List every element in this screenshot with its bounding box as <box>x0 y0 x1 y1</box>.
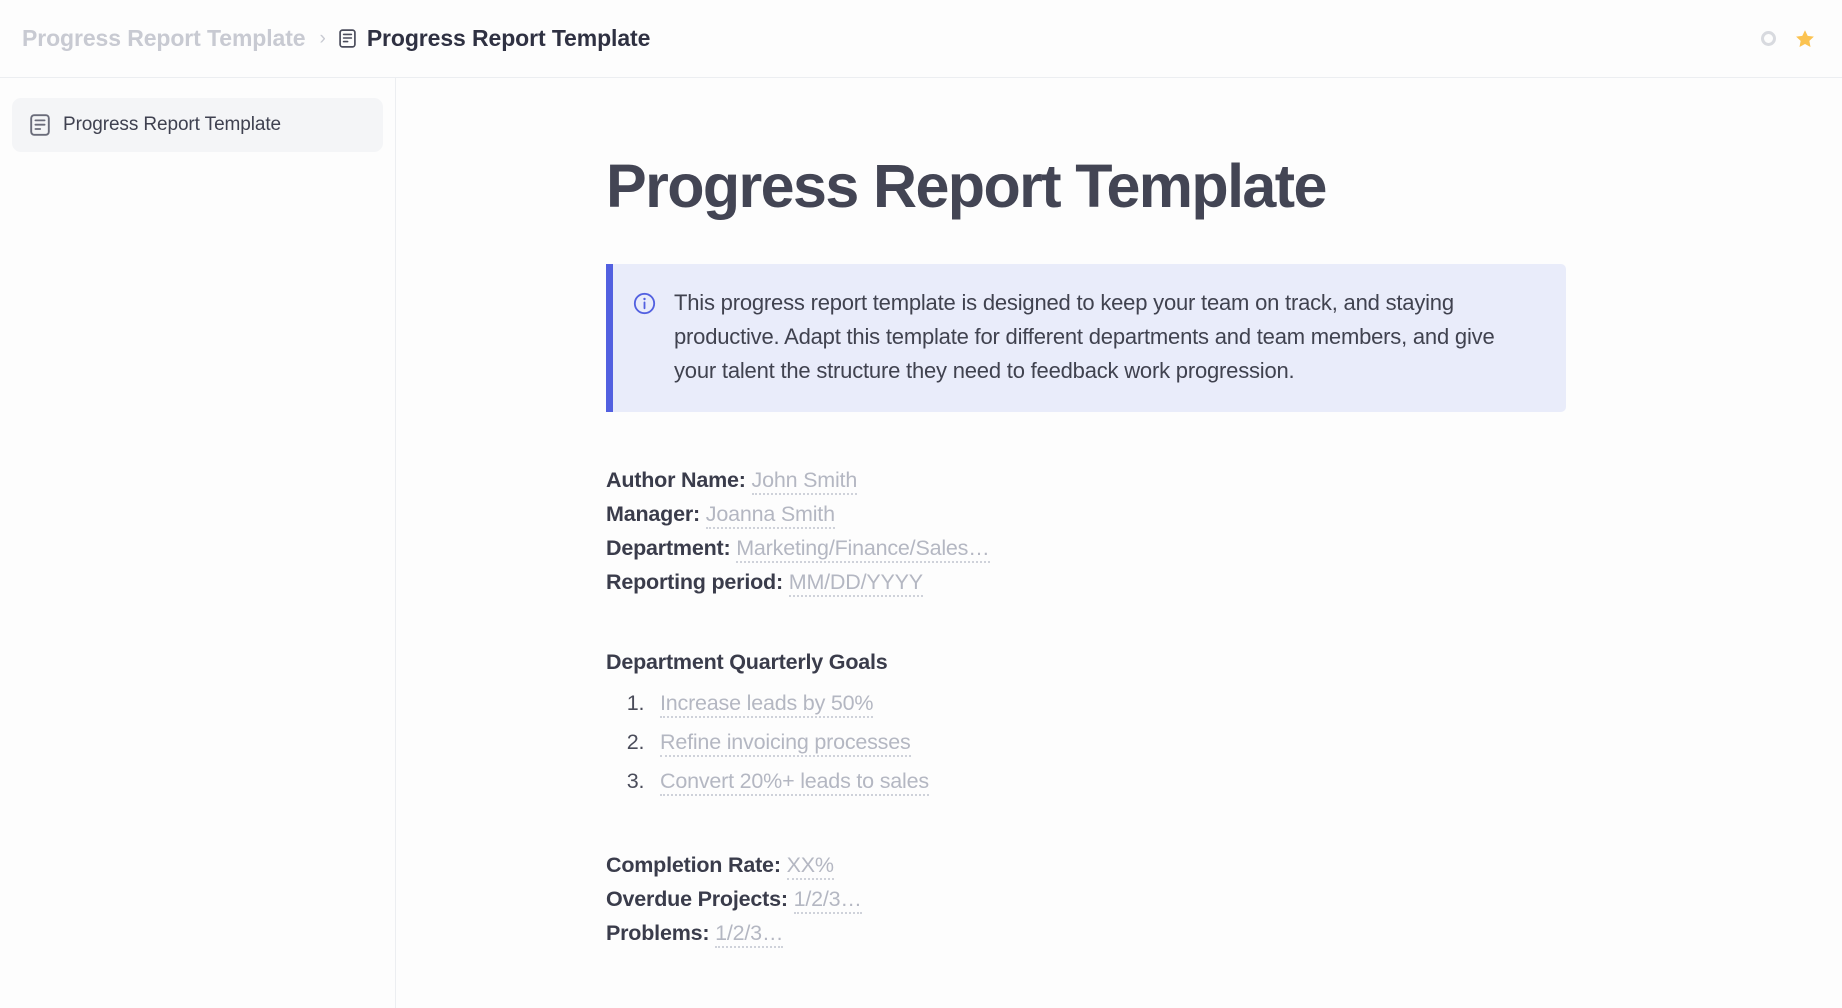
document-icon <box>30 114 50 136</box>
sidebar-item-label: Progress Report Template <box>63 114 281 135</box>
goal-value-input[interactable]: Increase leads by 50% <box>660 691 874 719</box>
field-label: Manager: <box>606 502 700 527</box>
metric-value-input[interactable]: 1/2/3… <box>715 921 783 949</box>
sidebar: Progress Report Template <box>0 78 396 1008</box>
field-row: Department: Marketing/Finance/Sales… <box>606 532 1566 566</box>
field-row: Problems: 1/2/3… <box>606 917 1566 951</box>
top-bar-actions <box>1761 28 1820 50</box>
sidebar-item-progress-report-template[interactable]: Progress Report Template <box>12 98 383 152</box>
info-callout-text: This progress report template is designe… <box>674 290 1495 384</box>
field-row: Manager: Joanna Smith <box>606 498 1566 532</box>
field-label: Author Name: <box>606 468 746 493</box>
field-label: Overdue Projects: <box>606 887 788 912</box>
field-label: Completion Rate: <box>606 853 781 878</box>
goal-value-input[interactable]: Convert 20%+ leads to sales <box>660 769 929 797</box>
list-item: Refine invoicing processes <box>650 726 1566 760</box>
app-root: Progress Report Template › Progress Repo… <box>0 0 1842 1008</box>
field-row: Overdue Projects: 1/2/3… <box>606 883 1566 917</box>
goal-value-input[interactable]: Refine invoicing processes <box>660 730 911 758</box>
metric-value-input[interactable]: XX% <box>786 853 834 881</box>
section-heading: Department Quarterly Goals <box>606 650 888 675</box>
field-row: Reporting period: MM/DD/YYYY <box>606 566 1566 600</box>
breadcrumb-root-link[interactable]: Progress Report Template <box>22 25 306 52</box>
quarterly-goals-section: Department Quarterly Goals Increase lead… <box>606 650 1566 799</box>
field-row: Completion Rate: XX% <box>606 849 1566 883</box>
info-callout: This progress report template is designe… <box>606 264 1566 413</box>
field-label: Department: <box>606 536 731 561</box>
body-wrapper: Progress Report Template Progress Report… <box>0 78 1842 1008</box>
report-metrics-fields: Completion Rate: XX% Overdue Projects: 1… <box>606 849 1566 951</box>
goals-list: Increase leads by 50% Refine invoicing p… <box>650 687 1566 799</box>
breadcrumb: Progress Report Template › Progress Repo… <box>22 25 1761 52</box>
field-value-input[interactable]: MM/DD/YYYY <box>788 570 923 598</box>
document-page: Progress Report Template This progress r… <box>606 78 1566 951</box>
metric-value-input[interactable]: 1/2/3… <box>793 887 862 915</box>
field-label: Problems: <box>606 921 710 946</box>
field-value-input[interactable]: Marketing/Finance/Sales… <box>736 536 990 564</box>
document-icon <box>339 29 356 48</box>
star-icon[interactable] <box>1794 28 1816 50</box>
circle-ring-icon[interactable] <box>1761 31 1776 46</box>
field-value-input[interactable]: Joanna Smith <box>705 502 835 530</box>
list-item: Increase leads by 50% <box>650 687 1566 721</box>
list-item: Convert 20%+ leads to sales <box>650 765 1566 799</box>
field-label: Reporting period: <box>606 570 783 595</box>
report-meta-fields: Author Name: John Smith Manager: Joanna … <box>606 464 1566 600</box>
page-title: Progress Report Template <box>606 152 1327 220</box>
info-circle-icon <box>633 286 656 315</box>
top-bar: Progress Report Template › Progress Repo… <box>0 0 1842 78</box>
breadcrumb-separator-icon: › <box>319 28 326 49</box>
field-value-input[interactable]: John Smith <box>751 468 857 496</box>
field-row: Author Name: John Smith <box>606 464 1566 498</box>
breadcrumb-current-item[interactable]: Progress Report Template <box>339 25 650 52</box>
breadcrumb-current-label: Progress Report Template <box>366 25 651 51</box>
document-scroll-area: Progress Report Template This progress r… <box>396 78 1842 1008</box>
